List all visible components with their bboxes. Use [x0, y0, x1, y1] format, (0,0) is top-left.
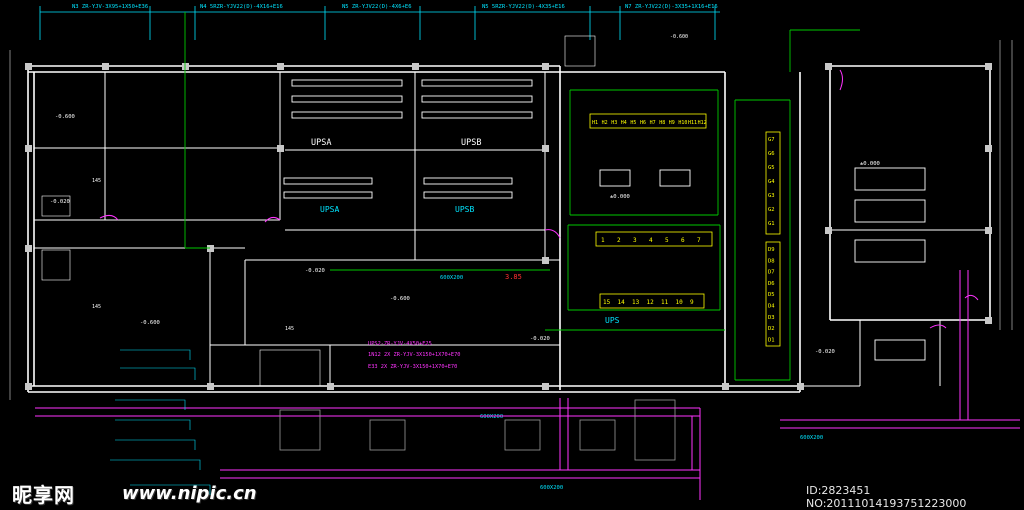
cabinet-h: H3: [611, 120, 617, 126]
feeder-label: N4 5RZR-YJV22(D)-4X16+E16: [200, 4, 283, 10]
cable-spec: E33 2X ZR-YJV-3X150+1X70+E70: [368, 364, 457, 370]
cabinet-d: D5: [768, 292, 775, 298]
annotation: 3.85: [505, 273, 522, 281]
watermark-logo: 昵享网: [12, 483, 75, 507]
level-label: -0.020: [815, 349, 835, 355]
cabinet-g: G1: [768, 221, 775, 227]
level-label: -0.600: [140, 320, 160, 326]
cabinet-h: H1: [592, 120, 598, 126]
annotation: 145: [92, 304, 101, 310]
level-label: -0.600: [55, 114, 75, 120]
tray-label: 600X200: [440, 275, 463, 281]
cabinet-d: D2: [768, 326, 775, 332]
cabinet-numbered: 3: [633, 237, 637, 244]
cabinet-d: D7: [768, 270, 775, 276]
tray-label: 600X200: [800, 435, 823, 441]
cabinet-g: G6: [768, 151, 775, 157]
cabinet-h: H5: [630, 120, 636, 126]
level-label: -0.600: [390, 296, 410, 302]
feeder-label: N3 ZR-YJV-3X95+1X50+E36: [72, 4, 148, 10]
cabinet-g: G3: [768, 193, 775, 199]
tray-label: 600X200: [540, 485, 563, 491]
room-label-ups-a: UPSA: [311, 138, 331, 148]
cabinet-h: H9: [669, 120, 675, 126]
cabinet-numbered: 2: [617, 237, 621, 244]
cabinet-h: H4: [621, 120, 627, 126]
cabinet-numbered: 1: [601, 237, 605, 244]
tray-label: 600X200: [480, 414, 503, 420]
room-label-ups-c: UPS: [605, 316, 620, 325]
feeder-label: N5 ZR-YJV22(D)-4X6+E6: [342, 4, 412, 10]
cabinet-d: D6: [768, 281, 775, 287]
room-label-ups-b: UPSB: [461, 138, 481, 148]
cabinet-numbered: 14: [618, 299, 626, 306]
room-label-ups-a-bat: UPSA: [320, 205, 339, 214]
cabinet-numbered: 6: [681, 237, 685, 244]
cable-spec: UPS2-ZR-YJV-4X50+E25: [368, 341, 432, 347]
feeder-label: N7 ZR-YJV22(D)-3X35+1X16+E16: [625, 4, 718, 10]
cabinet-h: H7: [650, 120, 656, 126]
room-label-ups-b-bat: UPSB: [455, 205, 474, 214]
level-label: -0.020: [50, 199, 70, 205]
cabinet-numbered: 7: [697, 237, 701, 244]
cabinet-numbered: 11: [661, 299, 669, 306]
level-label: ±0.000: [610, 194, 630, 200]
cabinet-numbered: 4: [649, 237, 653, 244]
cabinet-h: H11: [688, 120, 697, 126]
watermark-id: ID:2823451 NO:20111014193751223000: [806, 484, 967, 510]
annotation: -0.600: [670, 34, 688, 40]
cabinet-numbered: 13: [632, 299, 640, 306]
cabinet-g: G5: [768, 165, 775, 171]
level-label: -0.020: [530, 336, 550, 342]
watermark-url: www.nipic.cn: [122, 483, 257, 504]
cabinet-g: G7: [768, 137, 775, 143]
cabinet-numbered: 10: [676, 299, 684, 306]
cabinet-h: H8: [659, 120, 665, 126]
cabinet-d: D3: [768, 315, 775, 321]
cabinet-h: H10: [678, 120, 687, 126]
feeder-label: N5 5RZR-YJV22(D)-4X35+E16: [482, 4, 565, 10]
cabinet-g: G2: [768, 207, 775, 213]
level-label: ±0.000: [860, 161, 880, 167]
cabinet-g: G4: [768, 179, 775, 185]
cabinet-d: D8: [768, 258, 775, 264]
cabinet-d: D9: [768, 247, 775, 253]
level-label: -0.020: [305, 268, 325, 274]
cabinet-numbered: 9: [690, 299, 694, 306]
cabinet-numbered: 12: [647, 299, 655, 306]
annotation: 145: [285, 326, 294, 332]
cabinet-d: D4: [768, 304, 775, 310]
cabinet-h: H12: [698, 120, 707, 126]
cabinet-d: D1: [768, 337, 775, 343]
cabinet-numbered: 5: [665, 237, 669, 244]
cabinet-numbered: 15: [603, 299, 611, 306]
cabinet-h: H2: [602, 120, 608, 126]
cad-drawing: N3 ZR-YJV-3X95+1X50+E36 N4 5RZR-YJV22(D)…: [0, 0, 1024, 509]
cable-spec: 1N12 2X ZR-YJV-3X150+1X70+E70: [368, 352, 460, 358]
cabinet-h: H6: [640, 120, 646, 126]
annotation: 145: [92, 178, 101, 184]
